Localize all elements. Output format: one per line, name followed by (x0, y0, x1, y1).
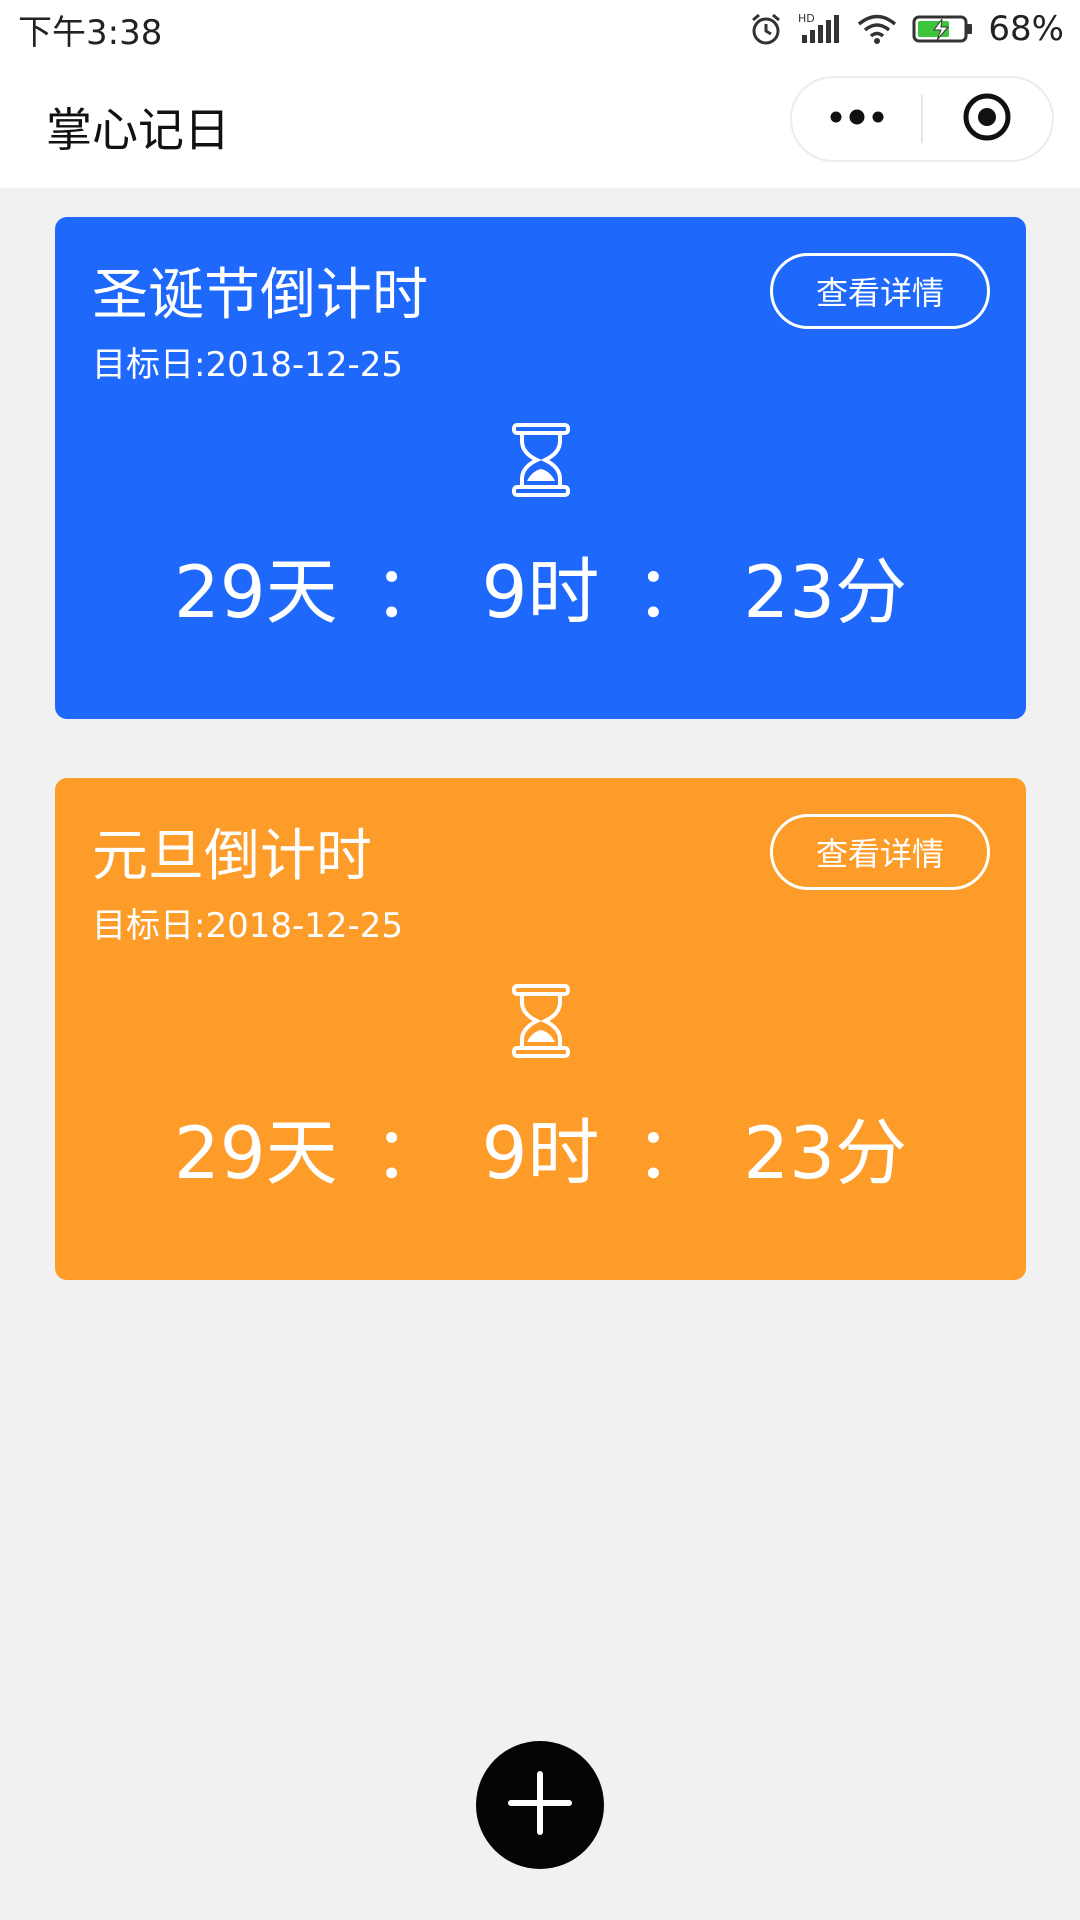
countdown-minutes: 23分 (743, 1111, 908, 1195)
svg-text:HD: HD (798, 12, 815, 25)
status-time: 下午3:38 (18, 12, 163, 53)
more-button[interactable] (792, 78, 921, 160)
battery-charging-icon (912, 13, 974, 45)
card-title: 元旦倒计时 (92, 824, 372, 889)
countdown-card[interactable]: 圣诞节倒计时 目标日:2018-12-25 查看详情 29天 ： 9时 ： 23… (55, 217, 1026, 719)
view-details-button[interactable]: 查看详情 (770, 253, 990, 329)
countdown-card[interactable]: 元旦倒计时 目标日:2018-12-25 查看详情 29天 ： 9时 ： 23分 (55, 778, 1026, 1280)
target-circle-icon (961, 91, 1013, 147)
alarm-icon (748, 11, 784, 47)
countdown-days: 29天 (173, 550, 338, 634)
nav-bar: 掌心记日 (0, 58, 1080, 188)
wifi-icon (856, 11, 898, 47)
view-details-button[interactable]: 查看详情 (770, 814, 990, 890)
plus-icon (504, 1767, 576, 1843)
countdown-days: 29天 (173, 1111, 338, 1195)
hourglass-icon (512, 423, 570, 497)
page-title: 掌心记日 (46, 103, 230, 157)
hd-signal-icon: HD (798, 11, 842, 47)
countdown-separator: ： (373, 1111, 446, 1195)
countdown-hours: 9时 (481, 550, 600, 634)
card-target-date: 目标日:2018-12-25 (92, 345, 404, 385)
battery-percent: 68% (988, 9, 1064, 49)
hourglass-icon (512, 984, 570, 1058)
more-dots-icon (829, 109, 885, 129)
add-countdown-button[interactable] (476, 1741, 604, 1869)
status-icons: HD 68% (748, 9, 1064, 49)
countdown-minutes: 23分 (743, 550, 908, 634)
countdown-display: 29天 ： 9时 ： 23分 (55, 547, 1026, 637)
countdown-separator: ： (373, 550, 446, 634)
capsule-menu (790, 76, 1054, 162)
countdown-display: 29天 ： 9时 ： 23分 (55, 1108, 1026, 1198)
card-title: 圣诞节倒计时 (92, 263, 428, 328)
countdown-separator: ： (635, 1111, 708, 1195)
status-bar: 下午3:38 HD 68% (0, 0, 1080, 58)
countdown-separator: ： (635, 550, 708, 634)
countdown-hours: 9时 (481, 1111, 600, 1195)
close-button[interactable] (923, 78, 1052, 160)
card-target-date: 目标日:2018-12-25 (92, 906, 404, 946)
